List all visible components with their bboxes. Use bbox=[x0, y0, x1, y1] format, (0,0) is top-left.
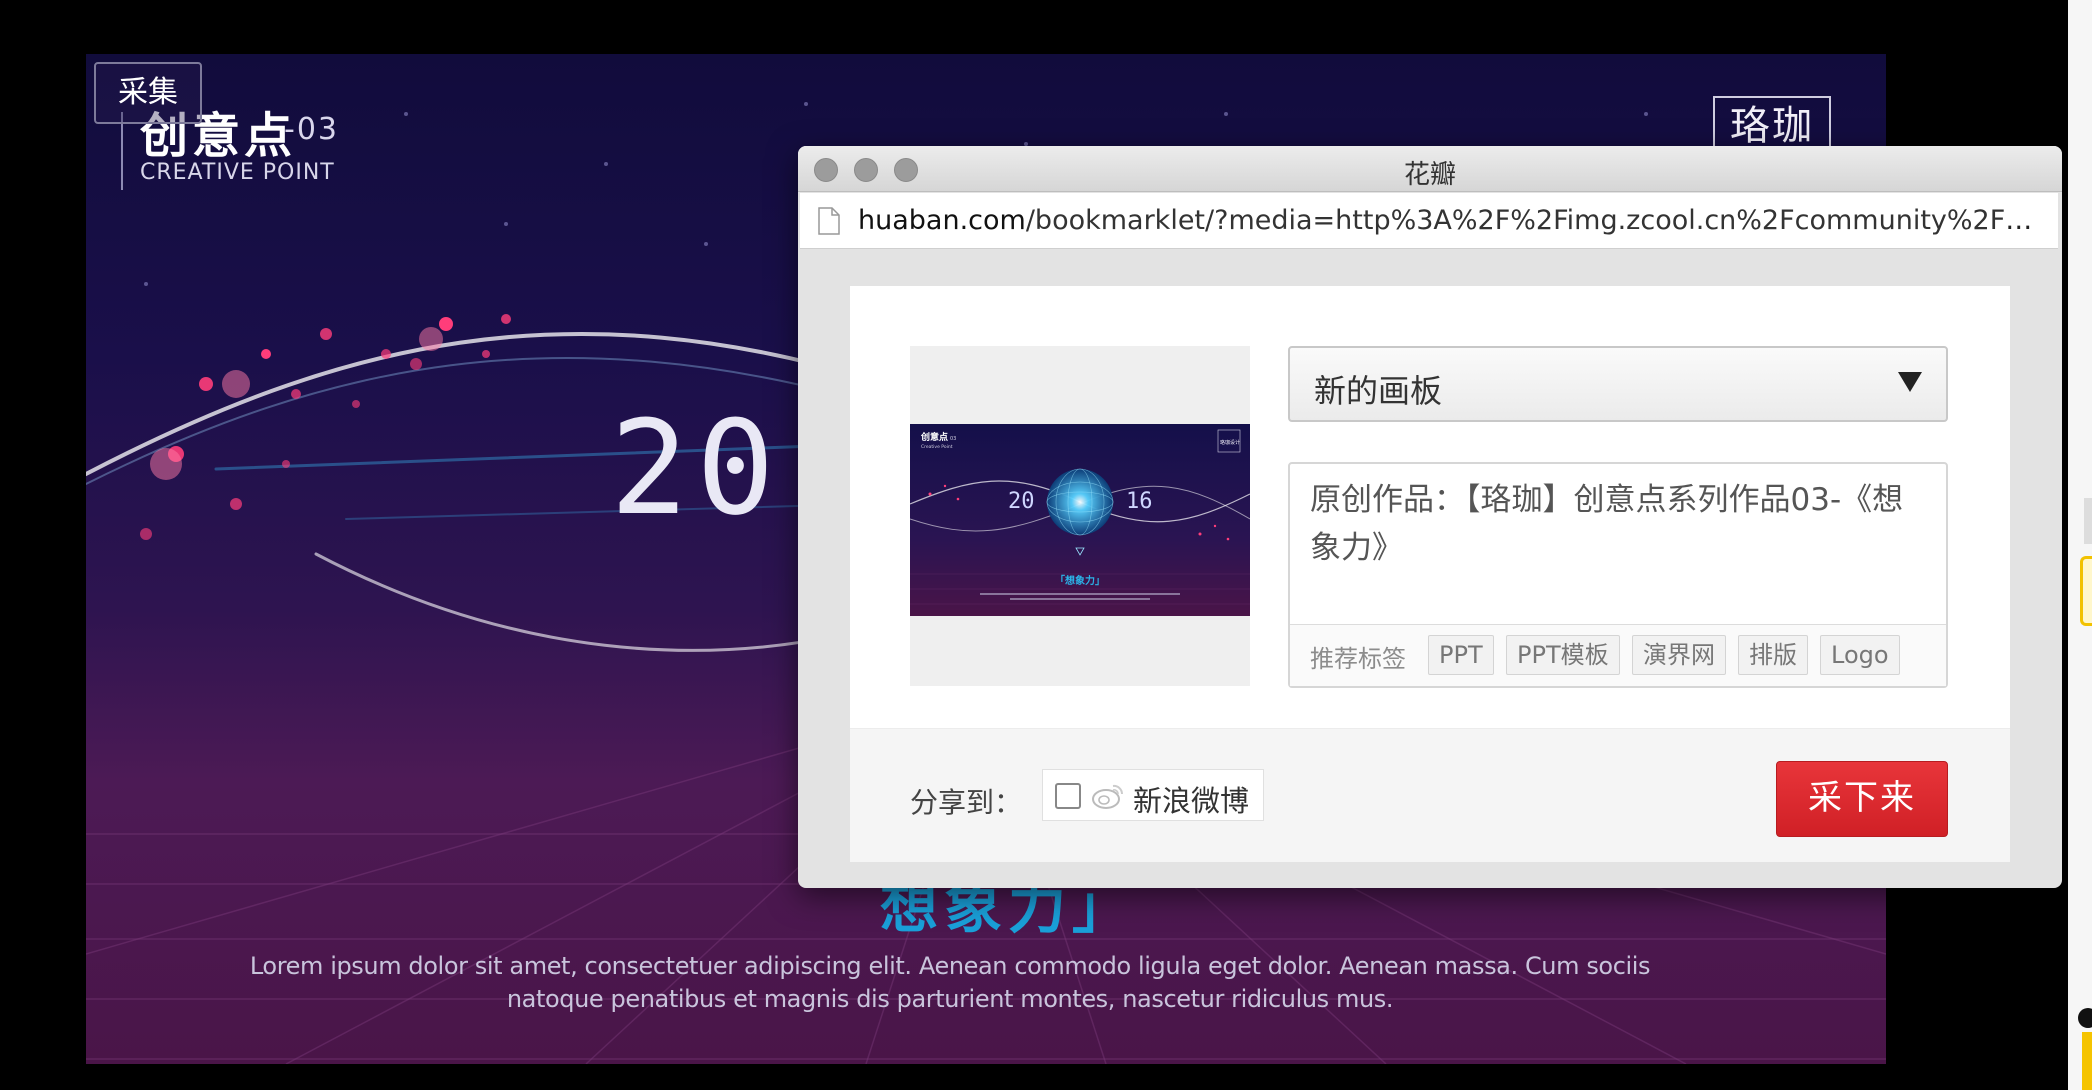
tag-chip[interactable]: PPT模板 bbox=[1506, 635, 1620, 675]
thumbnail-brand: 珞珈设计 bbox=[1220, 439, 1240, 446]
description-textarea[interactable]: 原创作品：【珞珈】创意点系列作品03-《想象力》 bbox=[1310, 476, 1930, 616]
weibo-icon bbox=[1092, 784, 1124, 809]
dropdown-arrow-icon bbox=[1898, 372, 1922, 392]
tag-chip[interactable]: PPT bbox=[1428, 635, 1494, 675]
weibo-checkbox[interactable] bbox=[1055, 783, 1081, 809]
pin-form: 20 16 创意点 03 Creative Point 珞珈设计 「想象力」 新… bbox=[850, 286, 2010, 862]
tag-chip[interactable]: 演界网 bbox=[1632, 635, 1726, 675]
bookmarklet-window: 花瓣 huaban.com/bookmarklet/?media=http%3A… bbox=[798, 146, 2062, 888]
slide-body-text: Lorem ipsum dolor sit amet, consectetuer… bbox=[249, 952, 1651, 1013]
background-window-edge bbox=[2068, 0, 2092, 1090]
form-footer: 分享到： 新浪微博 采下来 bbox=[850, 728, 2010, 862]
thumbnail-title: 创意点 bbox=[920, 431, 948, 443]
url-host: huaban.com bbox=[858, 205, 1026, 236]
url-text[interactable]: huaban.com/bookmarklet/?media=http%3A%2F… bbox=[858, 205, 2048, 236]
url-path: /bookmarklet/?media=http%3A%2F%2Fimg.zco… bbox=[1025, 205, 2048, 236]
background-window-tab[interactable] bbox=[2084, 498, 2092, 544]
collect-button[interactable]: 采集 bbox=[94, 62, 202, 124]
window-titlebar[interactable]: 花瓣 bbox=[798, 146, 2062, 192]
mascot-icon bbox=[2078, 1008, 2092, 1090]
thumbnail-year-left: 20 bbox=[1008, 489, 1035, 514]
tag-chip[interactable]: Logo bbox=[1820, 635, 1900, 675]
thumbnail-image: 20 16 创意点 03 Creative Point 珞珈设计 「想象力」 bbox=[910, 424, 1250, 616]
share-label: 分享到： bbox=[910, 786, 1023, 819]
tag-chip[interactable]: 排版 bbox=[1738, 635, 1808, 675]
thumbnail-year-right: 16 bbox=[1126, 489, 1153, 514]
board-select-value: 新的画板 bbox=[1314, 372, 1443, 410]
recommended-tags: 推荐标签 PPT PPT模板 演界网 排版 Logo bbox=[1290, 624, 1946, 686]
preview-thumbnail: 20 16 创意点 03 Creative Point 珞珈设计 「想象力」 bbox=[910, 424, 1250, 616]
window-title: 花瓣 bbox=[1403, 160, 1456, 190]
thumbnail-caption: 「想象力」 bbox=[1055, 574, 1105, 587]
weibo-share-option[interactable]: 新浪微博 bbox=[1042, 769, 1264, 821]
slide-year-text: 20 bbox=[610, 392, 783, 544]
slide-title-number: -03 bbox=[284, 112, 339, 147]
address-bar[interactable]: huaban.com/bookmarklet/?media=http%3A%2F… bbox=[800, 193, 2058, 249]
image-preview: 20 16 创意点 03 Creative Point 珞珈设计 「想象力」 bbox=[910, 346, 1250, 686]
page-icon bbox=[818, 207, 840, 235]
tags-label: 推荐标签 bbox=[1310, 645, 1406, 673]
board-select[interactable]: 新的画板 bbox=[1288, 346, 1948, 422]
thumbnail-title-number: 03 bbox=[950, 436, 956, 442]
weibo-label: 新浪微博 bbox=[1133, 784, 1250, 818]
background-window-highlight[interactable] bbox=[2080, 556, 2092, 626]
submit-pin-button[interactable]: 采下来 bbox=[1776, 761, 1948, 837]
thumbnail-subtitle: Creative Point bbox=[921, 444, 953, 450]
description-box: 原创作品：【珞珈】创意点系列作品03-《想象力》 推荐标签 PPT PPT模板 … bbox=[1288, 462, 1948, 688]
slide-subtitle: CREATIVE POINT bbox=[140, 160, 335, 185]
